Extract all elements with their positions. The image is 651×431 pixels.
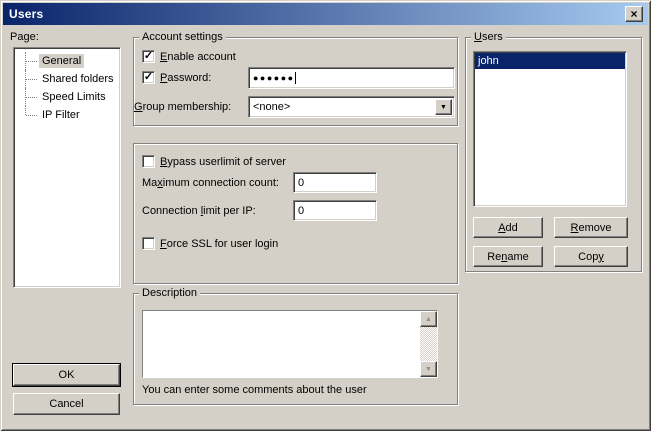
page-tree-item-label: General [39,54,84,68]
users-list[interactable]: john [473,51,627,207]
close-button[interactable]: × [625,6,643,22]
scroll-up-button[interactable]: ▲ [420,311,437,327]
force-ssl-checkbox[interactable]: ✓ [142,237,155,250]
description-value[interactable] [143,311,420,377]
group-membership-value: <none> [253,101,290,113]
checkmark-icon: ✓ [144,72,153,83]
page-label: Page: [10,31,39,43]
scroll-down-button[interactable]: ▼ [420,361,437,377]
combo-dropdown-button[interactable]: ▼ [435,99,452,115]
copy-user-button-label: Copy [578,251,604,263]
page-tree-item[interactable]: Speed Limits [14,88,120,106]
ok-button-label: OK [59,369,75,381]
max-connection-input[interactable]: 0 [293,172,377,193]
max-connection-label: Maximum connection count: [142,177,279,189]
page-tree-item-label: Shared folders [39,72,117,86]
password-label[interactable]: Password: [160,72,211,84]
force-ssl-label[interactable]: Force SSL for user login [160,238,278,250]
copy-user-button[interactable]: Copy [554,246,628,267]
page-tree-item[interactable]: IP Filter [14,106,120,124]
page-tree[interactable]: General Shared folders Speed Limits IP F… [13,47,121,288]
ip-limit-input[interactable]: 0 [293,200,377,221]
description-hint: You can enter some comments about the us… [142,384,367,396]
chevron-down-icon: ▼ [440,104,447,111]
tree-branch-icon [20,106,39,124]
title-bar[interactable]: Users [3,3,648,25]
password-checkbox[interactable]: ✓ [142,71,155,84]
page-tree-item-label: Speed Limits [39,90,109,104]
bypass-userlimit-checkbox[interactable]: ✓ [142,155,155,168]
remove-user-button[interactable]: Remove [554,217,628,238]
description-legend: Description [139,287,200,299]
description-scrollbar[interactable]: ▲ ▼ [420,311,437,377]
add-user-button[interactable]: Add [473,217,543,238]
rename-user-button-label: Rename [487,251,529,263]
group-membership-label: Group membership: [134,101,231,113]
page-tree-item-label: IP Filter [39,108,83,122]
cancel-button[interactable]: Cancel [13,393,120,415]
enable-account-label[interactable]: Enable account [160,51,236,63]
user-list-item-label: john [478,55,499,67]
arrow-up-icon: ▲ [425,316,432,323]
remove-user-button-label: Remove [571,222,612,234]
description-textarea[interactable]: ▲ ▼ [142,310,438,378]
password-input[interactable]: ●●●●●● [248,67,455,89]
ok-button[interactable]: OK [13,364,120,386]
tree-branch-icon [20,88,39,106]
close-icon: × [630,8,637,20]
add-user-button-label: Add [498,222,518,234]
tree-branch-icon [20,52,39,70]
rename-user-button[interactable]: Rename [473,246,543,267]
window-title: Users [9,7,43,21]
user-list-item[interactable]: john [475,53,625,69]
password-value: ●●●●●● [253,73,295,83]
checkmark-icon: ✓ [144,51,153,62]
group-membership-select[interactable]: <none> ▼ [248,96,455,118]
ip-limit-label: Connection limit per IP: [142,205,256,217]
ip-limit-value: 0 [298,205,304,217]
bypass-userlimit-label[interactable]: Bypass userlimit of server [160,156,286,168]
tree-branch-icon [20,70,39,88]
users-legend: Users [471,31,506,43]
arrow-down-icon: ▼ [425,366,432,373]
enable-account-checkbox[interactable]: ✓ [142,50,155,63]
page-tree-item[interactable]: General [14,52,120,70]
users-dialog: Users × Page: General Shared folders Spe… [0,0,651,431]
text-caret [295,72,296,84]
cancel-button-label: Cancel [49,398,83,410]
account-settings-legend: Account settings [139,31,226,43]
page-tree-item[interactable]: Shared folders [14,70,120,88]
max-connection-value: 0 [298,177,304,189]
